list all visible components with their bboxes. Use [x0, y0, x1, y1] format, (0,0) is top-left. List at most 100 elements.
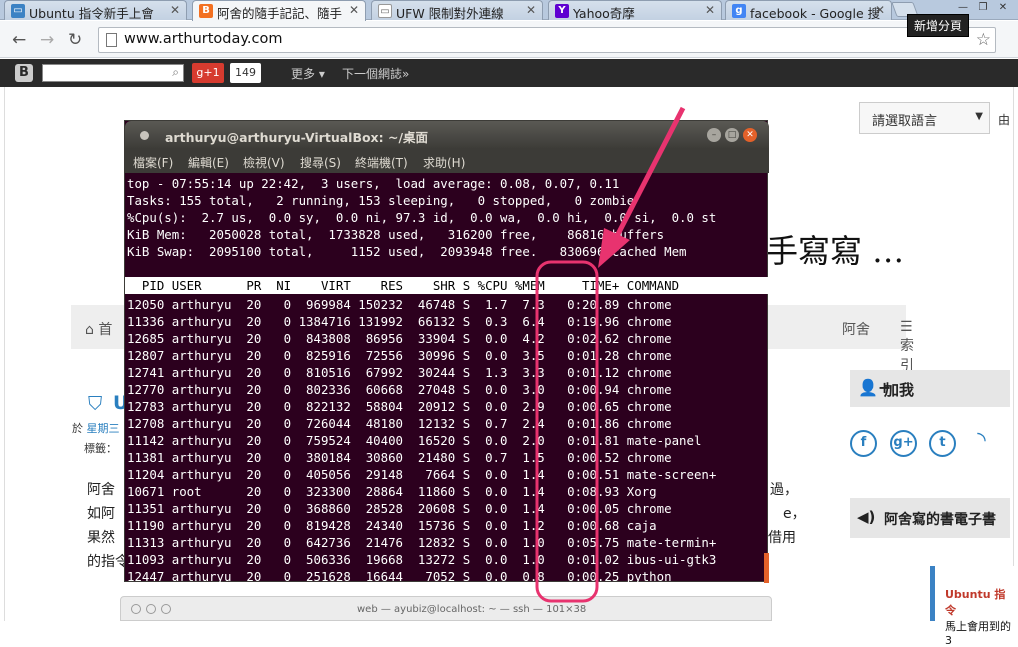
menu-edit[interactable]: 編輯(E) — [188, 154, 229, 171]
language-select[interactable]: 請選取語言 ▼ — [859, 102, 990, 134]
process-row: 12770 arthuryu 20 0 802336 60668 27048 S… — [127, 382, 672, 397]
embedded-window-title: web — ayubiz@localhost: ~ — ssh — 101×38 — [357, 604, 587, 615]
gplus-button[interactable]: g+1 — [192, 63, 224, 83]
browser-toolbar: ← → ↻ www.arthurtoday.com ☆ — [0, 21, 1018, 58]
rss-icon[interactable]: ◝ — [968, 430, 995, 457]
close-icon[interactable]: ✕ — [743, 128, 757, 142]
home-icon: ⌂ — [85, 322, 94, 338]
tab-yahoo[interactable]: Y Yahoo奇摩 ✕ — [548, 0, 722, 20]
bookmark-icon: ⛉ — [88, 393, 103, 415]
process-row: 12685 arthuryu 20 0 843808 86956 33904 S… — [127, 331, 672, 346]
close-window-icon[interactable]: ✕ — [994, 1, 1012, 15]
nav-home-label: 首 — [98, 322, 113, 338]
window-menu-icon[interactable] — [140, 131, 149, 140]
paragraph-line: 的指令 — [87, 554, 129, 570]
google-plus-icon[interactable]: g+ — [890, 430, 917, 457]
list-icon: ☰ — [900, 319, 913, 335]
back-arrow-icon[interactable]: ← — [12, 30, 26, 50]
post-date-line: 於 星期三 — [72, 420, 120, 436]
minimize-icon[interactable]: — — [954, 1, 972, 15]
facebook-icon[interactable]: f — [850, 430, 877, 457]
add-user-icon: 👤+ — [858, 378, 892, 397]
tab-title: 阿舍的隨手記記、隨手 — [217, 6, 343, 21]
process-row: 12708 arthuryu 20 0 726044 48180 12132 S… — [127, 416, 672, 431]
tab-google-search[interactable]: g facebook - Google 搜 ✕ — [725, 0, 892, 20]
top-summary-mem: KiB Mem: 2050028 total, 1733828 used, 31… — [127, 227, 665, 242]
post-date-prefix: 於 — [72, 422, 83, 435]
reload-icon[interactable]: ↻ — [68, 30, 82, 50]
terminal-output[interactable]: top - 07:55:14 up 22:42, 3 users, load a… — [125, 173, 769, 583]
process-row: 11381 arthuryu 20 0 380184 30860 21480 S… — [127, 450, 672, 465]
bookmark-star-icon[interactable]: ☆ — [976, 30, 991, 50]
url-text[interactable]: www.arthurtoday.com — [124, 31, 282, 47]
ad-line-2: 馬上會用到的 3 — [945, 620, 1011, 647]
speaker-icon: ◀) — [857, 508, 876, 526]
tab-ufw[interactable]: ▭ UFW 限制對外連線 ✕ — [371, 0, 543, 20]
ad-line-1: Ubuntu 指令 — [945, 588, 1006, 617]
process-table-header: PID USER PR NI VIRT RES SHR S %CPU %MEM … — [125, 277, 769, 294]
sidebar-follow-heading: 👤+ 加我 — [850, 370, 1010, 407]
close-tab-icon[interactable]: ✕ — [170, 3, 180, 17]
process-row: 12447 arthuryu 20 0 251628 16644 7052 S … — [127, 569, 672, 583]
blog-search-input[interactable]: ⌕ — [42, 64, 184, 82]
sidebar-ebook-label: 阿舍寫的書電子書 — [884, 512, 996, 528]
tab-arthurtoday[interactable]: B 阿舍的隨手記記、隨手 ✕ — [192, 0, 366, 21]
chevron-down-icon: ▼ — [975, 111, 983, 122]
close-tab-icon[interactable]: ✕ — [875, 3, 885, 17]
process-row: 11142 arthuryu 20 0 759524 40400 16520 S… — [127, 433, 702, 448]
maximize-icon[interactable]: □ — [725, 128, 739, 142]
menu-terminal[interactable]: 終端機(T) — [355, 154, 408, 171]
paragraph-line: 果然 — [87, 530, 115, 546]
tab-title: Yahoo奇摩 — [573, 6, 635, 20]
terminal-menubar: 檔案(F) 編輯(E) 檢視(V) 搜尋(S) 終端機(T) 求助(H) — [125, 149, 769, 173]
forward-arrow-icon[interactable]: → — [40, 30, 54, 50]
tab-title: facebook - Google 搜 — [750, 6, 881, 20]
top-summary-cpu: %Cpu(s): 2.7 us, 0.0 sy, 0.0 ni, 97.3 id… — [127, 210, 717, 225]
process-row: 10671 root 20 0 323300 28864 11860 S 0.0… — [127, 484, 657, 499]
blog-title[interactable]: 手寫寫 … — [766, 226, 904, 272]
post-date[interactable]: 星期三 — [87, 422, 120, 435]
menu-search[interactable]: 搜尋(S) — [300, 154, 341, 171]
menu-help[interactable]: 求助(H) — [423, 154, 465, 171]
blogger-logo-icon[interactable]: B — [15, 64, 33, 82]
next-blog-link[interactable]: 下一個網誌» — [342, 65, 409, 82]
paragraph-line: 借用 — [768, 530, 796, 546]
terminal-title: arthuryu@arthuryu-VirtualBox: ~/桌面 — [165, 130, 429, 145]
top-summary-uptime: top - 07:55:14 up 22:42, 3 users, load a… — [127, 176, 620, 191]
top-summary-swap: KiB Swap: 2095100 total, 1152 used, 2093… — [127, 244, 687, 259]
ebook-ad[interactable]: Ubuntu 指令 馬上會用到的 3 — [930, 566, 1014, 647]
menu-view[interactable]: 檢視(V) — [243, 154, 285, 171]
restore-icon[interactable]: ❐ — [974, 1, 992, 15]
nav-index[interactable]: ☰ 索 引 — [900, 319, 914, 375]
process-row: 11313 arthuryu 20 0 642736 21476 12832 S… — [127, 535, 717, 550]
address-bar[interactable]: www.arthurtoday.com ☆ — [98, 27, 996, 53]
nav-home[interactable]: ⌂ 首 — [85, 319, 112, 339]
minimize-icon[interactable]: – — [707, 128, 721, 142]
close-tab-icon[interactable]: ✕ — [705, 3, 715, 17]
terminal-scrollbar[interactable] — [764, 553, 769, 583]
close-tab-icon[interactable]: ✕ — [526, 3, 536, 17]
close-tab-icon[interactable]: ✕ — [349, 3, 359, 17]
nav-about[interactable]: 阿舍 — [842, 319, 870, 339]
terminal-titlebar[interactable]: arthuryu@arthuryu-VirtualBox: ~/桌面 – □ ✕ — [125, 121, 769, 149]
terminal-window[interactable]: arthuryu@arthuryu-VirtualBox: ~/桌面 – □ ✕… — [124, 120, 769, 583]
nav-index-label: 索 引 — [900, 338, 914, 374]
process-row: 12783 arthuryu 20 0 822132 58804 20912 S… — [127, 399, 672, 414]
menu-file[interactable]: 檔案(F) — [133, 154, 173, 171]
process-row: 11351 arthuryu 20 0 368860 28528 20608 S… — [127, 501, 672, 516]
process-row: 12050 arthuryu 20 0 969984 150232 46748 … — [127, 297, 672, 312]
language-select-value: 請選取語言 — [872, 114, 938, 129]
page-icon — [106, 33, 117, 47]
top-summary-tasks: Tasks: 155 total, 2 running, 153 sleepin… — [127, 193, 635, 208]
twitter-icon[interactable]: t — [929, 430, 956, 457]
google-icon: g — [732, 4, 746, 18]
blogger-icon: B — [199, 4, 213, 18]
more-menu[interactable]: 更多 ▾ — [291, 65, 325, 82]
tab-ubuntu-commands[interactable]: ▭ Ubuntu 指令新手上會 ✕ — [4, 0, 187, 20]
search-icon[interactable]: ⌕ — [172, 65, 179, 80]
paragraph-line: 阿舍 — [87, 482, 115, 498]
tab-strip: ▭ Ubuntu 指令新手上會 ✕ B 阿舍的隨手記記、隨手 ✕ ▭ UFW 限… — [0, 0, 1018, 21]
yahoo-icon: Y — [555, 4, 569, 18]
gplus-count: 149 — [230, 63, 261, 83]
paragraph-line: e， — [783, 506, 806, 522]
